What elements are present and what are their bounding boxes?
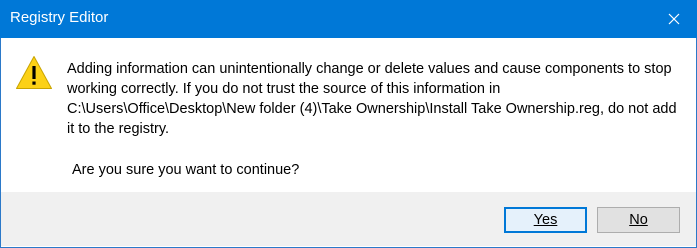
registry-editor-dialog: Registry Editor Adding information can u… — [0, 0, 697, 248]
confirmation-question: Are you sure you want to continue? — [72, 162, 300, 178]
button-bar: Yes No — [1, 192, 696, 246]
no-button-label: No — [629, 212, 648, 228]
yes-button-label: Yes — [533, 212, 558, 228]
title-bar[interactable]: Registry Editor — [0, 0, 697, 38]
window-border-left — [0, 38, 1, 248]
warning-icon — [15, 55, 53, 90]
close-icon — [668, 13, 680, 25]
window-title: Registry Editor — [10, 9, 109, 26]
warning-message: Adding information can unintentionally c… — [67, 61, 677, 137]
yes-button[interactable]: Yes — [504, 207, 587, 233]
dialog-content: Adding information can unintentionally c… — [1, 38, 696, 192]
close-button[interactable] — [651, 0, 697, 38]
no-button[interactable]: No — [597, 207, 680, 233]
